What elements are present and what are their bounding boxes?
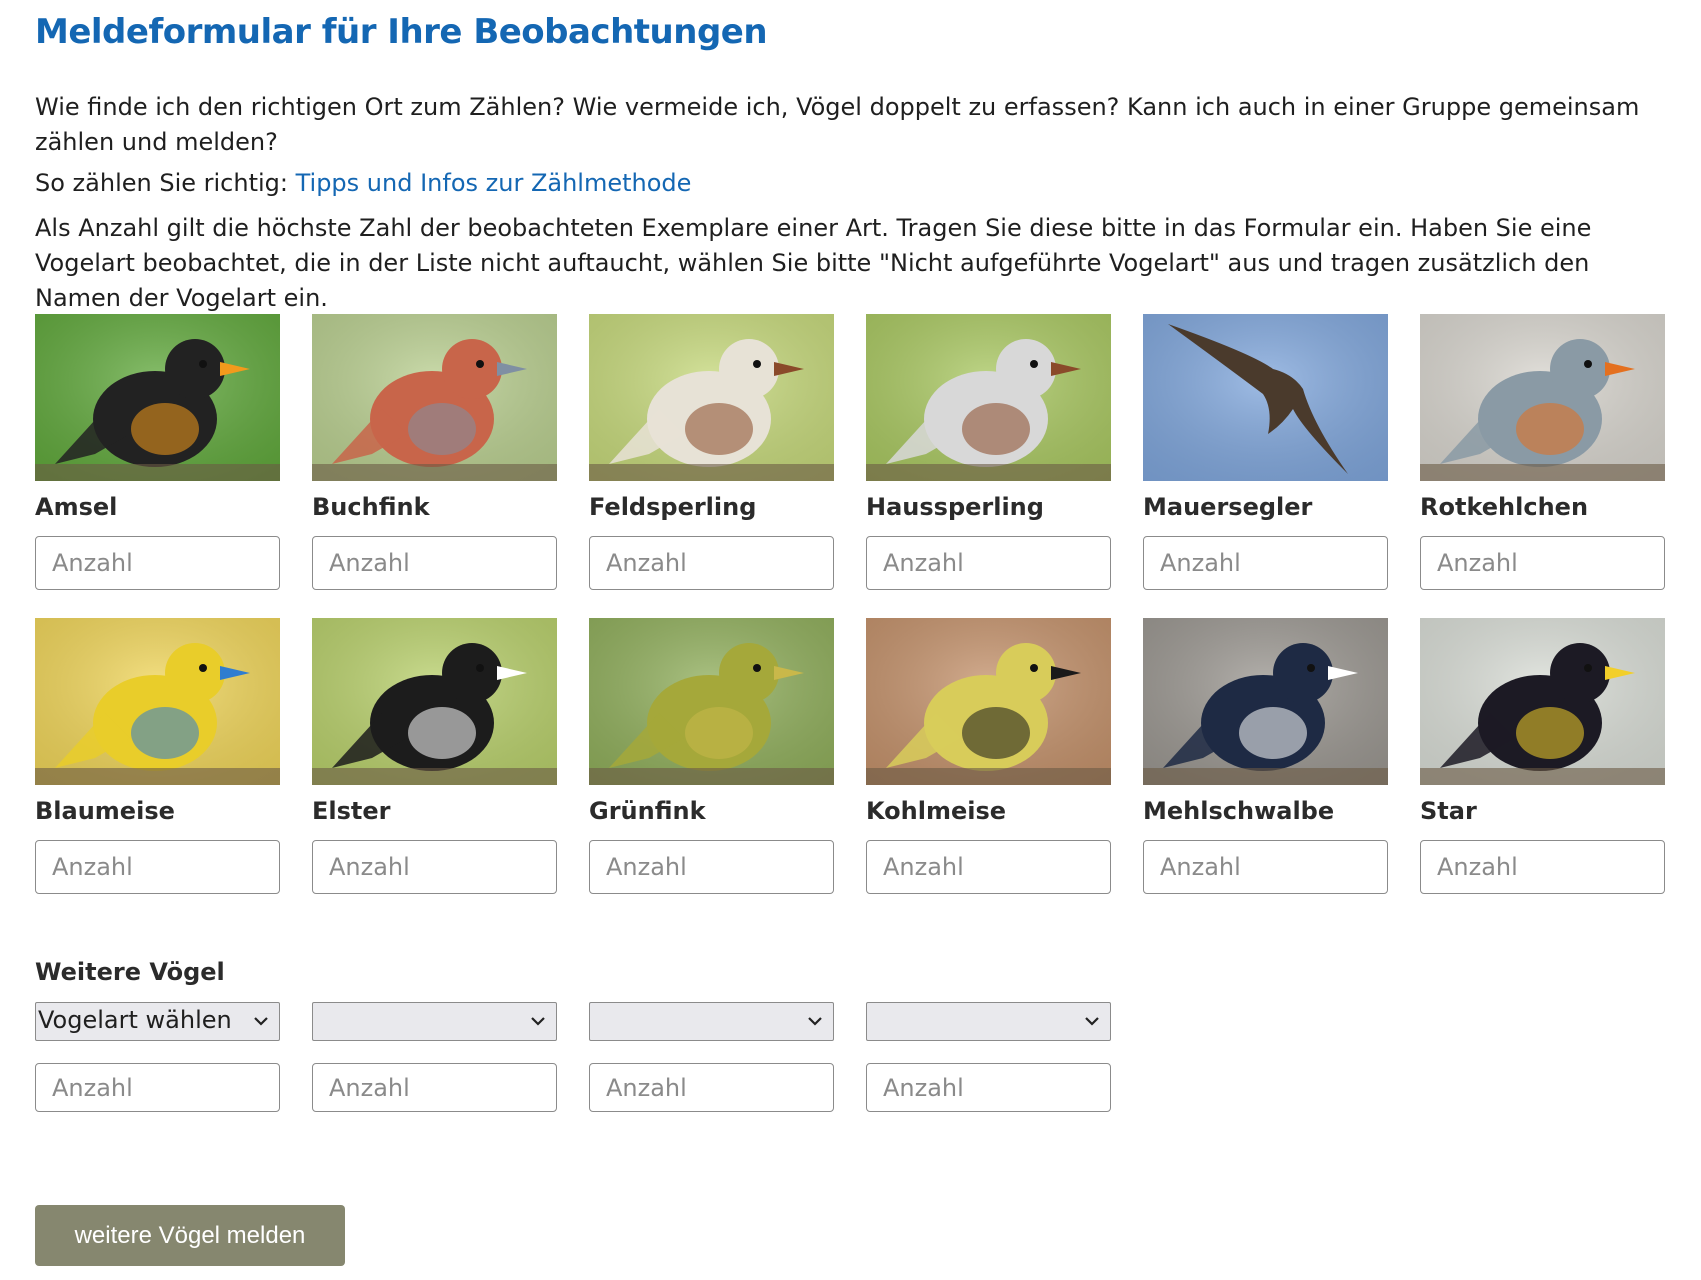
bird-count-input[interactable]	[35, 840, 280, 894]
bird-name: Haussperling	[866, 493, 1044, 521]
bird-name: Buchfink	[312, 493, 430, 521]
bird-name: Blaumeise	[35, 797, 175, 825]
bird-name: Rotkehlchen	[1420, 493, 1589, 521]
bird-count-input[interactable]	[589, 840, 834, 894]
bird-photo	[312, 618, 557, 785]
extra-bird-count-input[interactable]	[312, 1063, 557, 1112]
bird-name: Kohlmeise	[866, 797, 1007, 825]
bird-card: Buchfink	[312, 314, 557, 590]
bird-card: Mehlschwalbe	[1143, 618, 1388, 894]
bird-card: Haussperling	[866, 314, 1111, 590]
extra-bird-count-input[interactable]	[866, 1063, 1111, 1112]
bird-card: Mauersegler	[1143, 314, 1388, 590]
explanation-text: Als Anzahl gilt die höchste Zahl der beo…	[35, 214, 1592, 312]
bird-photo	[35, 314, 280, 481]
bird-card: Kohlmeise	[866, 618, 1111, 894]
bird-card: Blaumeise	[35, 618, 280, 894]
bird-photo	[1420, 618, 1665, 785]
bird-count-input[interactable]	[589, 536, 834, 590]
species-select[interactable]: Vogelart wählen	[35, 1002, 280, 1041]
bird-card: Rotkehlchen	[1420, 314, 1665, 590]
bird-count-input[interactable]	[35, 536, 280, 590]
bird-name: Star	[1420, 797, 1477, 825]
howto-prefix: So zählen Sie richtig:	[35, 169, 296, 197]
more-birds-title: Weitere Vögel	[35, 958, 225, 986]
bird-count-input[interactable]	[1143, 840, 1388, 894]
extra-bird-count-input[interactable]	[35, 1063, 280, 1112]
report-more-birds-button[interactable]: weitere Vögel melden	[35, 1205, 345, 1266]
intro-text: Wie finde ich den richtigen Ort zum Zähl…	[35, 93, 1640, 156]
bird-name: Feldsperling	[589, 493, 757, 521]
bird-name: Elster	[312, 797, 391, 825]
bird-photo	[1143, 314, 1388, 481]
bird-card: Feldsperling	[589, 314, 834, 590]
bird-photo	[589, 618, 834, 785]
bird-count-input[interactable]	[1420, 536, 1665, 590]
extra-bird-count-input[interactable]	[589, 1063, 834, 1112]
chevron-down-icon	[1085, 1017, 1099, 1026]
bird-count-input[interactable]	[866, 536, 1111, 590]
bird-name: Amsel	[35, 493, 118, 521]
bird-card: Grünfink	[589, 618, 834, 894]
bird-photo	[312, 314, 557, 481]
species-select-value: Vogelart wählen	[38, 1006, 232, 1034]
bird-photo	[866, 314, 1111, 481]
bird-name: Grünfink	[589, 797, 706, 825]
method-tips-link[interactable]: Tipps und Infos zur Zählmethode	[296, 169, 692, 197]
bird-card: Star	[1420, 618, 1665, 894]
bird-card: Amsel	[35, 314, 280, 590]
page-title: Meldeformular für Ihre Beobachtungen	[35, 12, 768, 52]
species-select[interactable]	[312, 1002, 557, 1041]
bird-name: Mehlschwalbe	[1143, 797, 1335, 825]
bird-count-input[interactable]	[312, 536, 557, 590]
howto-line: So zählen Sie richtig: Tipps und Infos z…	[35, 166, 1675, 201]
bird-photo	[866, 618, 1111, 785]
bird-count-input[interactable]	[866, 840, 1111, 894]
chevron-down-icon	[254, 1017, 268, 1026]
bird-count-input[interactable]	[1420, 840, 1665, 894]
species-select[interactable]	[866, 1002, 1111, 1041]
bird-card: Elster	[312, 618, 557, 894]
bird-photo	[1420, 314, 1665, 481]
bird-photo	[589, 314, 834, 481]
bird-photo	[1143, 618, 1388, 785]
bird-count-input[interactable]	[312, 840, 557, 894]
bird-name: Mauersegler	[1143, 493, 1313, 521]
bird-count-input[interactable]	[1143, 536, 1388, 590]
species-select[interactable]	[589, 1002, 834, 1041]
chevron-down-icon	[808, 1017, 822, 1026]
chevron-down-icon	[531, 1017, 545, 1026]
bird-photo	[35, 618, 280, 785]
